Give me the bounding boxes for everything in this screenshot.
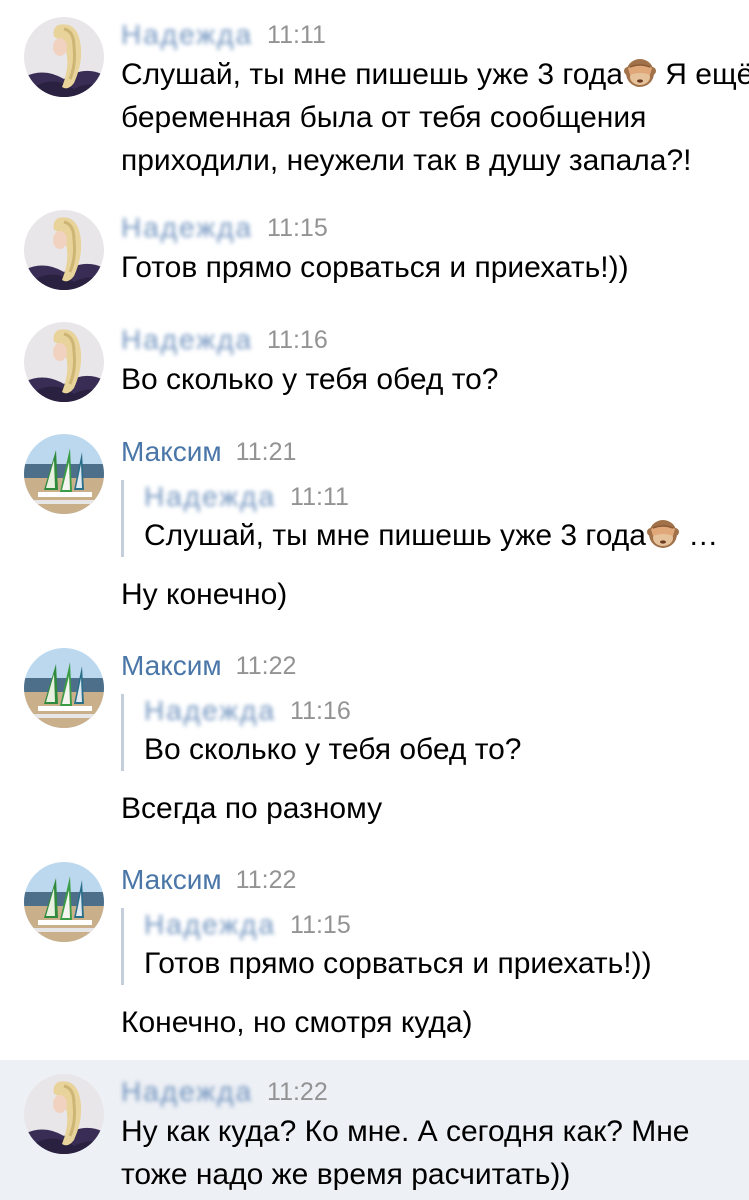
quoted-text: Во сколько у тебя обед то?	[144, 733, 522, 766]
avatar[interactable]	[24, 862, 104, 942]
message-text: беременная была от тебя сообщения	[121, 101, 647, 134]
sender-name[interactable]: Надежда	[121, 210, 253, 246]
quoted-text: Готов прямо сорваться и приехать!))	[144, 947, 652, 980]
quoted-time: 11:16	[290, 697, 351, 725]
quoted-message[interactable]: Надежда 11:11 Слушай, ты мне пишешь уже 3…	[121, 480, 749, 557]
message[interactable]: Надежда 11:11 Слушай, ты мне пишешь уже 3…	[0, 0, 749, 190]
message[interactable]: Максим 11:22 Надежда 11:16 Во сколько у те…	[0, 630, 749, 844]
sender-name[interactable]: Максим	[121, 434, 222, 470]
message-time: 11:11	[267, 21, 326, 49]
sender-name[interactable]: Надежда	[121, 1074, 253, 1110]
message[interactable]: Надежда 11:15 Готов прямо сорваться и при…	[0, 190, 749, 302]
message-time: 11:15	[267, 214, 328, 242]
message-text: Во сколько у тебя обед то?	[121, 363, 499, 396]
avatar[interactable]	[24, 322, 104, 402]
beach-sailboats-avatar-icon	[24, 648, 104, 728]
message-text: Всегда по разному	[121, 792, 383, 825]
message-time: 11:22	[235, 652, 297, 680]
message-text: приходили, неужели так в душу запала?!	[121, 144, 692, 177]
blonde-woman-avatar-icon	[24, 210, 104, 290]
message-text: Готов прямо сорваться и приехать!))	[121, 251, 629, 284]
quoted-sender-name[interactable]: Надежда	[144, 908, 276, 942]
avatar[interactable]	[24, 210, 104, 290]
blonde-woman-avatar-icon	[24, 322, 104, 402]
avatar[interactable]	[24, 1074, 104, 1154]
quoted-message[interactable]: Надежда 11:16 Во сколько у тебя обед то?	[121, 694, 749, 771]
message-text: Слушай, ты мне пишешь уже 3 года Я ещё	[121, 53, 749, 96]
avatar[interactable]	[24, 17, 104, 97]
quoted-message[interactable]: Надежда 11:15 Готов прямо сорваться и при…	[121, 908, 749, 985]
blonde-woman-avatar-icon	[24, 17, 104, 97]
message[interactable]: Надежда 11:16 Во сколько у тебя обед то?	[0, 302, 749, 414]
chat-history: Надежда 11:11 Слушай, ты мне пишешь уже 3…	[0, 0, 749, 1200]
message-text: Ну как куда? Ко мне. А сегодня как? Мне	[121, 1115, 690, 1148]
message[interactable]: Максим 11:21 Надежда 11:11 Слушай, ты мне …	[0, 414, 749, 630]
quoted-sender-name[interactable]: Надежда	[144, 694, 276, 728]
message-time: 11:21	[235, 438, 297, 466]
sender-name[interactable]: Надежда	[121, 17, 253, 53]
sender-name[interactable]: Максим	[121, 862, 222, 898]
see-no-evil-monkey-icon	[646, 516, 680, 550]
quoted-sender-name[interactable]: Надежда	[144, 480, 276, 514]
message-time: 11:22	[235, 866, 297, 894]
message-time: 11:22	[267, 1078, 328, 1106]
message-text: Ну конечно)	[121, 578, 288, 611]
message-unread[interactable]: Надежда 11:22 Ну как куда? Ко мне. А сего…	[0, 1060, 749, 1200]
quoted-time: 11:11	[290, 483, 349, 511]
message[interactable]: Максим 11:22 Надежда 11:15 Готов прямо сор…	[0, 844, 749, 1058]
message-time: 11:16	[267, 326, 328, 354]
avatar[interactable]	[24, 434, 104, 514]
quoted-time: 11:15	[290, 911, 351, 939]
blonde-woman-avatar-icon	[24, 1074, 104, 1154]
sender-name[interactable]: Максим	[121, 648, 222, 684]
beach-sailboats-avatar-icon	[24, 434, 104, 514]
message-text: тоже надо же время расчитать))	[121, 1158, 571, 1191]
sender-name[interactable]: Надежда	[121, 322, 253, 358]
avatar[interactable]	[24, 648, 104, 728]
quoted-text: Слушай, ты мне пишешь уже 3 года Я ещ...	[144, 514, 734, 557]
see-no-evil-monkey-icon	[623, 55, 657, 89]
beach-sailboats-avatar-icon	[24, 862, 104, 942]
message-text: Конечно, но смотря куда)	[121, 1006, 473, 1039]
